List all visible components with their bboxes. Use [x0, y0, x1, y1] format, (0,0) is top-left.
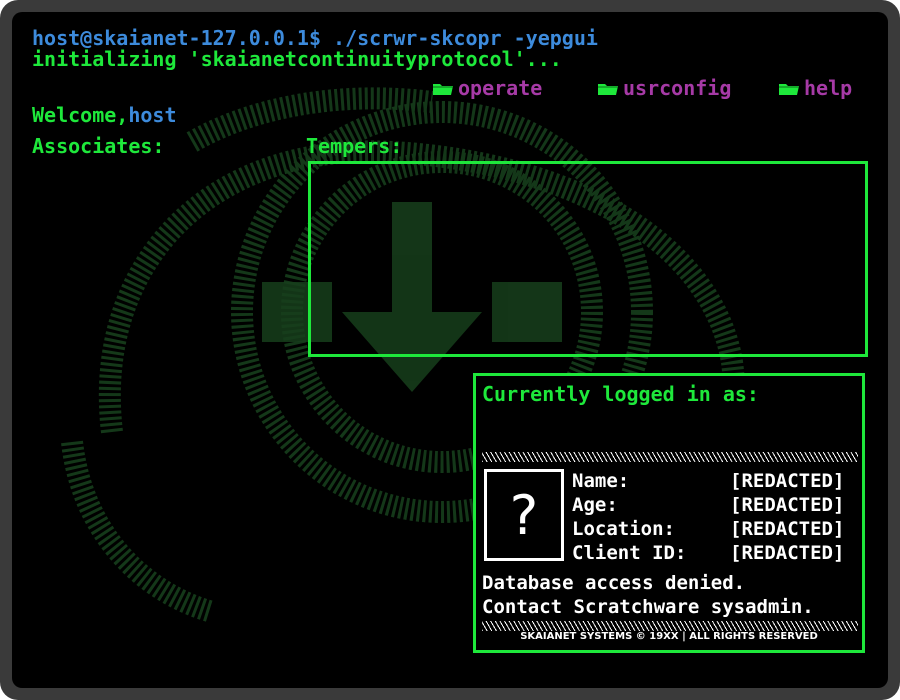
field-location-label: Location:	[572, 518, 675, 540]
field-location-value: [REDACTED]	[730, 518, 845, 540]
tempers-heading: Tempers:	[306, 134, 403, 158]
field-age-value: [REDACTED]	[730, 494, 845, 516]
field-name-value: [REDACTED]	[730, 470, 845, 492]
folder-icon	[779, 83, 799, 95]
login-panel-title: Currently logged in as:	[482, 382, 759, 406]
monitor-frame: host@skaianet-127.0.0.1$ ./scrwr-skcopr …	[0, 0, 900, 700]
folder-icon	[598, 83, 618, 95]
welcome-username: host	[128, 103, 177, 127]
login-panel: Currently logged in as: ? Name: [REDACTE…	[473, 373, 865, 653]
associates-heading: Associates:	[32, 134, 165, 158]
welcome-prefix: Welcome,	[32, 103, 129, 127]
terminal-screen: host@skaianet-127.0.0.1$ ./scrwr-skcopr …	[12, 12, 888, 688]
contact-sysadmin-message: Contact Scratchware sysadmin.	[482, 596, 814, 618]
copyright-footer: SKAIANET SYSTEMS © 19XX | ALL RIGHTS RES…	[520, 631, 818, 642]
menu-usrconfig-label: usrconfig	[623, 76, 732, 100]
menu-usrconfig[interactable]: usrconfig	[597, 76, 731, 100]
menu-help-label: help	[804, 76, 853, 100]
access-denied-message: Database access denied.	[482, 572, 746, 594]
tempers-panel[interactable]	[308, 161, 868, 357]
init-status-line: initializing 'skaianetcontinuityprotocol…	[32, 47, 562, 71]
hatch-divider-bottom	[482, 621, 858, 631]
field-client-id-label: Client ID:	[572, 542, 687, 564]
field-name-label: Name:	[572, 470, 630, 492]
field-age-label: Age:	[572, 494, 618, 516]
menu-operate-label: operate	[458, 76, 543, 100]
welcome-message: Welcome,host	[32, 103, 177, 127]
hatch-divider-top	[482, 452, 858, 462]
menu-help[interactable]: help	[778, 76, 852, 100]
menu-operate[interactable]: operate	[432, 76, 542, 100]
folder-icon	[433, 83, 453, 95]
avatar-placeholder: ?	[484, 469, 564, 561]
field-client-id-value: [REDACTED]	[730, 542, 845, 564]
